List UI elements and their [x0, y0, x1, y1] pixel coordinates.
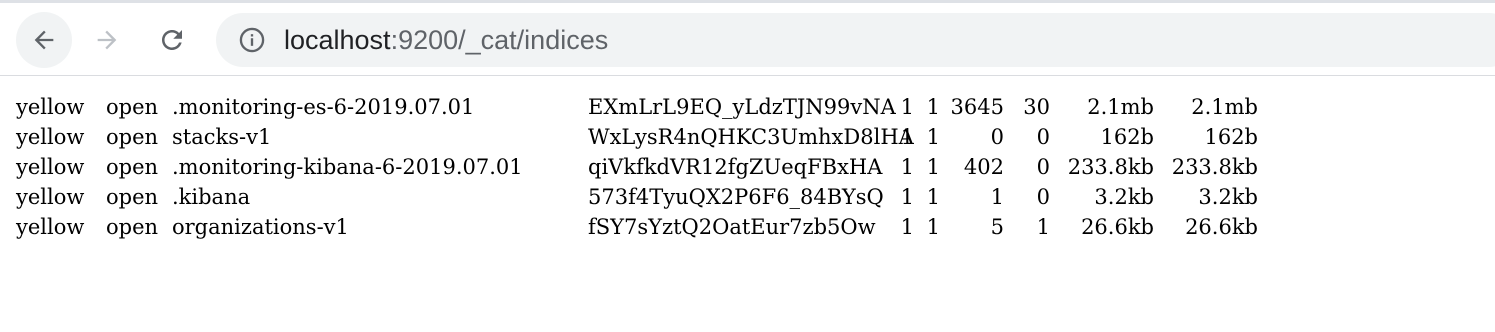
index-store-size: 26.6kb — [1081, 215, 1154, 239]
index-status: open — [106, 95, 159, 119]
index-docs-count: 0 — [990, 125, 1004, 149]
arrow-left-icon — [34, 30, 54, 50]
arrow-right-icon — [97, 30, 117, 50]
index-name: organizations-v1 — [172, 215, 349, 239]
index-health: yellow — [16, 95, 85, 119]
index-uuid: WxLysR4nQHKC3UmhxD8lHA — [588, 125, 914, 149]
url-path: :9200/_cat/indices — [390, 24, 609, 55]
index-docs-count: 5 — [990, 215, 1004, 239]
table-row: yellow open stacks-v1 WxLysR4nQHKC3UmhxD… — [16, 122, 1258, 152]
index-store-size: 3.2kb — [1094, 185, 1154, 209]
browser-toolbar: localhost:9200/_cat/indices — [0, 0, 1495, 76]
index-pri-store-size: 3.2kb — [1198, 185, 1258, 209]
index-pri-store-size: 2.1mb — [1191, 95, 1258, 119]
index-pri: 1 — [900, 155, 914, 179]
index-docs-deleted: 0 — [1036, 125, 1050, 149]
index-status: open — [106, 185, 159, 209]
index-health: yellow — [16, 215, 85, 239]
back-button[interactable] — [16, 12, 72, 68]
table-row: yellow open organizations-v1 fSY7sYztQ2O… — [16, 212, 1258, 242]
index-docs-deleted: 1 — [1036, 215, 1050, 239]
index-uuid: qiVkfkdVR12fgZUeqFBxHA — [588, 155, 883, 179]
index-pri-store-size: 26.6kb — [1185, 215, 1258, 239]
index-uuid: 573f4TyuQX2P6F6_84BYsQ — [588, 185, 884, 209]
index-status: open — [106, 125, 159, 149]
index-docs-deleted: 30 — [1023, 95, 1050, 119]
index-uuid: EXmLrL9EQ_yLdzTJN99vNA — [588, 95, 896, 119]
index-status: open — [106, 155, 159, 179]
index-docs-count: 1 — [990, 185, 1004, 209]
table-row: yellow open .kibana 573f4TyuQX2P6F6_84BY… — [16, 182, 1258, 212]
index-docs-count: 3645 — [950, 95, 1004, 119]
index-name: .monitoring-kibana-6-2019.07.01 — [172, 155, 523, 179]
table-row: yellow open .monitoring-kibana-6-2019.07… — [16, 152, 1258, 182]
url-text[interactable]: localhost:9200/_cat/indices — [284, 25, 608, 56]
index-rep: 1 — [926, 215, 940, 239]
index-store-size: 2.1mb — [1087, 95, 1154, 119]
index-pri: 1 — [900, 95, 914, 119]
index-health: yellow — [16, 185, 85, 209]
info-circle-icon[interactable] — [238, 26, 266, 54]
index-name: stacks-v1 — [172, 125, 272, 149]
index-health: yellow — [16, 125, 85, 149]
index-name: .monitoring-es-6-2019.07.01 — [172, 95, 475, 119]
index-store-size: 162b — [1100, 125, 1154, 149]
index-pri: 1 — [900, 185, 914, 209]
index-rep: 1 — [926, 95, 940, 119]
forward-button[interactable] — [79, 12, 135, 68]
index-health: yellow — [16, 155, 85, 179]
table-row: yellow open .monitoring-es-6-2019.07.01 … — [16, 92, 1258, 122]
reload-icon — [162, 30, 182, 50]
index-docs-deleted: 0 — [1036, 185, 1050, 209]
index-status: open — [106, 215, 159, 239]
index-rep: 1 — [926, 155, 940, 179]
address-bar[interactable]: localhost:9200/_cat/indices — [216, 13, 1495, 67]
index-pri-store-size: 162b — [1204, 125, 1258, 149]
index-name: .kibana — [172, 185, 251, 209]
index-docs-deleted: 0 — [1036, 155, 1050, 179]
index-rep: 1 — [926, 125, 940, 149]
index-docs-count: 402 — [963, 155, 1004, 179]
url-host: localhost — [284, 24, 391, 55]
index-uuid: fSY7sYztQ2OatEur7zb5Ow — [588, 215, 876, 239]
reload-button[interactable] — [144, 12, 200, 68]
index-store-size: 233.8kb — [1067, 155, 1154, 179]
index-pri: 1 — [900, 215, 914, 239]
index-pri-store-size: 233.8kb — [1171, 155, 1258, 179]
cat-indices-output: yellow open .monitoring-es-6-2019.07.01 … — [16, 92, 1258, 242]
index-pri: 1 — [900, 125, 914, 149]
index-rep: 1 — [926, 185, 940, 209]
